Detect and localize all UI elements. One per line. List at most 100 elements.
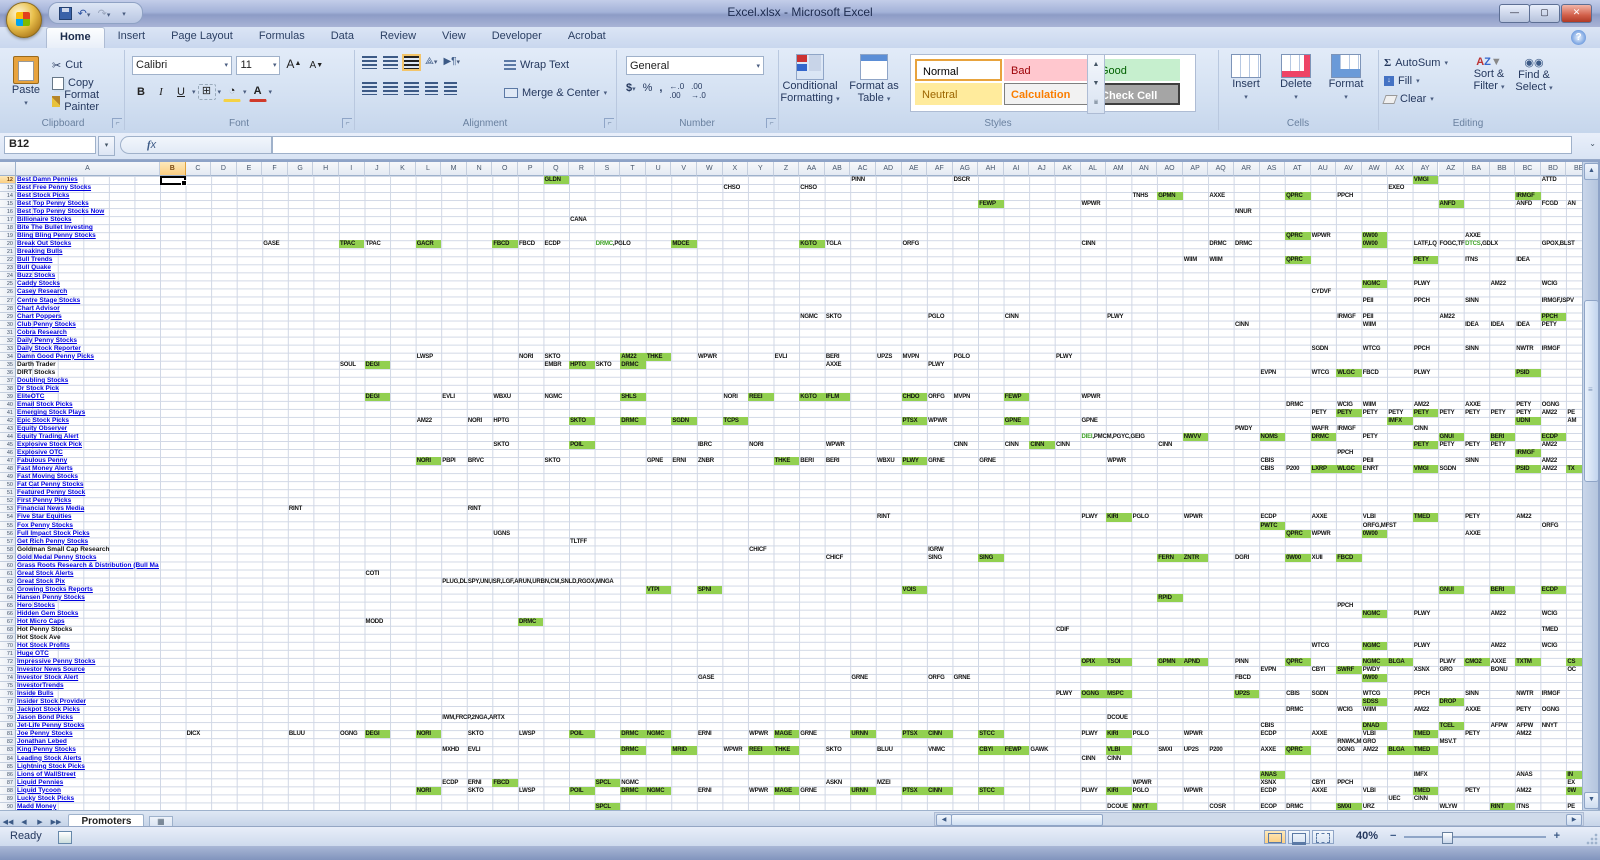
ticker-cell-AT19[interactable]: QPRC [1285, 232, 1311, 241]
vertical-scrollbar[interactable]: ▲ ▼ [1582, 162, 1599, 810]
column-header-G[interactable]: G [287, 162, 314, 176]
ticker-cell-AW77[interactable]: SDSS [1361, 698, 1388, 707]
ticker-cell-AW76[interactable]: WTCG [1362, 690, 1381, 698]
ticker-cell-AL84[interactable]: CINN [1081, 755, 1096, 763]
ticker-cell-AW81[interactable]: VLBI [1362, 730, 1376, 738]
row-header-54[interactable]: 54 [0, 513, 16, 522]
promoter-link[interactable]: Madd Money [17, 803, 159, 810]
ticker-cell-AP54[interactable]: WPWR [1183, 513, 1203, 521]
help-icon[interactable]: ? [1571, 30, 1586, 45]
ticker-cell-AD34[interactable]: UPZS [876, 353, 892, 361]
promoter-link[interactable]: Liquid Pennies [17, 779, 159, 787]
ticker-cell-P88[interactable]: LWSP [518, 787, 535, 795]
ticker-cell-U88[interactable]: NGMC [645, 786, 672, 795]
ticker-cell-N87[interactable]: ERNI [467, 779, 482, 787]
row-header-59[interactable]: 59 [0, 553, 16, 562]
ticker-cell-AW30[interactable]: WIIM [1362, 321, 1376, 329]
promoter-link[interactable]: Hansen Penny Stocks [17, 594, 159, 602]
ticker-cell-AZ77[interactable]: DROP [1438, 698, 1464, 707]
ticker-cell-AZ20[interactable]: FOGC,TF [1439, 240, 1465, 248]
ticker-cell-AV90[interactable]: SMXI [1336, 802, 1362, 810]
ticker-cell-V42[interactable]: SGDN [671, 417, 697, 426]
row-header-35[interactable]: 35 [0, 360, 16, 369]
ticker-cell-W88[interactable]: ERNI [697, 787, 712, 795]
ticker-cell-AA20[interactable]: KGTO [799, 240, 825, 249]
row-header-22[interactable]: 22 [0, 256, 16, 265]
ticker-cell-AH81[interactable]: STCC [978, 730, 1004, 739]
ticker-cell-AR16[interactable]: NNUR [1234, 208, 1252, 216]
grow-font-button[interactable]: A▲ [285, 55, 303, 73]
ticker-cell-AA81[interactable]: GRNE [799, 730, 817, 738]
ticker-cell-N53[interactable]: RINT [467, 505, 481, 513]
ticker-cell-J35[interactable]: DEGI [364, 360, 391, 369]
column-header-J[interactable]: J [364, 162, 391, 176]
select-all-button[interactable] [0, 162, 16, 176]
column-header-F[interactable]: F [262, 162, 288, 176]
ticker-cell-AW20[interactable]: 0W00 [1361, 240, 1388, 249]
ticker-cell-AU44[interactable]: DRMC [1310, 433, 1337, 442]
column-header-X[interactable]: X [722, 162, 749, 176]
row-header-49[interactable]: 49 [0, 473, 16, 482]
ticker-cell-AW82[interactable]: GRO [1362, 738, 1376, 746]
ticker-cell-S90[interactable]: SPCL [594, 802, 621, 810]
ticker-cell-AA13[interactable]: CHSO [799, 184, 817, 192]
office-button[interactable] [6, 2, 42, 38]
insert-function-button[interactable]: fx [120, 136, 272, 154]
row-header-23[interactable]: 23 [0, 264, 16, 273]
ticker-cell-BC30[interactable]: IDEA [1515, 321, 1530, 329]
italic-button[interactable]: I [152, 83, 170, 101]
ticker-cell-AU19[interactable]: WPWR [1311, 232, 1331, 240]
ticker-cell-AK45[interactable]: CINN [1055, 441, 1070, 449]
clipboard-dialog-launcher[interactable]: ⌐ [112, 118, 122, 128]
ticker-cell-AS55[interactable]: PWTC [1259, 521, 1285, 530]
promoter-link[interactable]: Doubling Stocks [17, 377, 159, 385]
column-header-AL[interactable]: AL [1080, 162, 1107, 176]
column-header-M[interactable]: M [441, 162, 467, 176]
promoter-link[interactable]: Great Stock Alerts [17, 570, 159, 578]
cut-button[interactable]: ✂ Cut [52, 56, 124, 74]
ticker-cell-AV43[interactable]: IRMGF [1336, 425, 1356, 433]
ticker-cell-AL39[interactable]: WPWR [1081, 393, 1101, 401]
ticker-cell-N88[interactable]: SKTO [467, 787, 484, 795]
column-header-AE[interactable]: AE [901, 162, 928, 176]
ticker-cell-AM84[interactable]: CINN [1106, 755, 1121, 763]
ticker-cell-X42[interactable]: TCPS [722, 417, 749, 426]
ticker-cell-AW44[interactable]: PETY [1362, 433, 1378, 441]
ticker-cell-AI42[interactable]: GPNE [1003, 417, 1030, 426]
number-format-combo[interactable]: General ▾ [626, 56, 764, 75]
ticker-cell-BA45[interactable]: PETY [1464, 441, 1480, 449]
scroll-up-icon[interactable]: ▲ [1584, 163, 1599, 180]
promoter-link[interactable]: Chart Advisor [17, 305, 159, 313]
ticker-cell-BD78[interactable]: OGNG [1541, 706, 1560, 714]
column-header-A[interactable]: A [16, 162, 160, 176]
ticker-cell-S35[interactable]: SKTO [595, 361, 612, 369]
ticker-cell-O87[interactable]: FBCD [492, 778, 518, 787]
column-header-AI[interactable]: AI [1003, 162, 1030, 176]
ticker-cell-AZ29[interactable]: AM22 [1439, 313, 1455, 321]
ticker-cell-AY36[interactable]: PLWY [1413, 369, 1430, 377]
promoter-link[interactable]: Explosive Stock Pick [17, 441, 159, 449]
ticker-cell-AS81[interactable]: ECDP [1260, 730, 1277, 738]
ticker-cell-AA39[interactable]: KGTO [799, 392, 825, 401]
ribbon-tab-developer[interactable]: Developer [479, 27, 555, 48]
column-header-AY[interactable]: AY [1412, 162, 1439, 176]
ticker-cell-O42[interactable]: HPTG [492, 417, 509, 425]
ticker-cell-AI45[interactable]: CINN [1004, 441, 1019, 449]
promoter-link[interactable]: Get Rich Penny Stocks [17, 538, 159, 546]
ticker-cell-AU33[interactable]: SGDN [1311, 345, 1329, 353]
ticker-cell-F20[interactable]: GASE [262, 240, 279, 248]
ticker-cell-AZ41[interactable]: PETY [1439, 409, 1455, 417]
promoter-link[interactable]: Epic Stock Picks [17, 417, 159, 425]
normal-view-button[interactable] [1264, 830, 1286, 844]
ticker-cell-AX13[interactable]: EXEO [1387, 184, 1404, 192]
ticker-cell-AY70[interactable]: PLWY [1413, 642, 1430, 650]
ticker-cell-BE72[interactable]: CS [1566, 658, 1582, 667]
ticker-cell-AM83[interactable]: VLBI [1106, 746, 1132, 755]
promoter-link[interactable]: Best Damn Pennies [17, 176, 159, 184]
ticker-cell-BB73[interactable]: BONU [1490, 666, 1508, 674]
ticker-cell-BC41[interactable]: PETY [1515, 409, 1531, 417]
ticker-cell-AV46[interactable]: PPCH [1336, 449, 1353, 457]
ticker-cell-W81[interactable]: ERNI [697, 730, 712, 738]
promoter-link[interactable]: Lightning Stock Picks [17, 763, 159, 771]
row-header-25[interactable]: 25 [0, 280, 16, 289]
